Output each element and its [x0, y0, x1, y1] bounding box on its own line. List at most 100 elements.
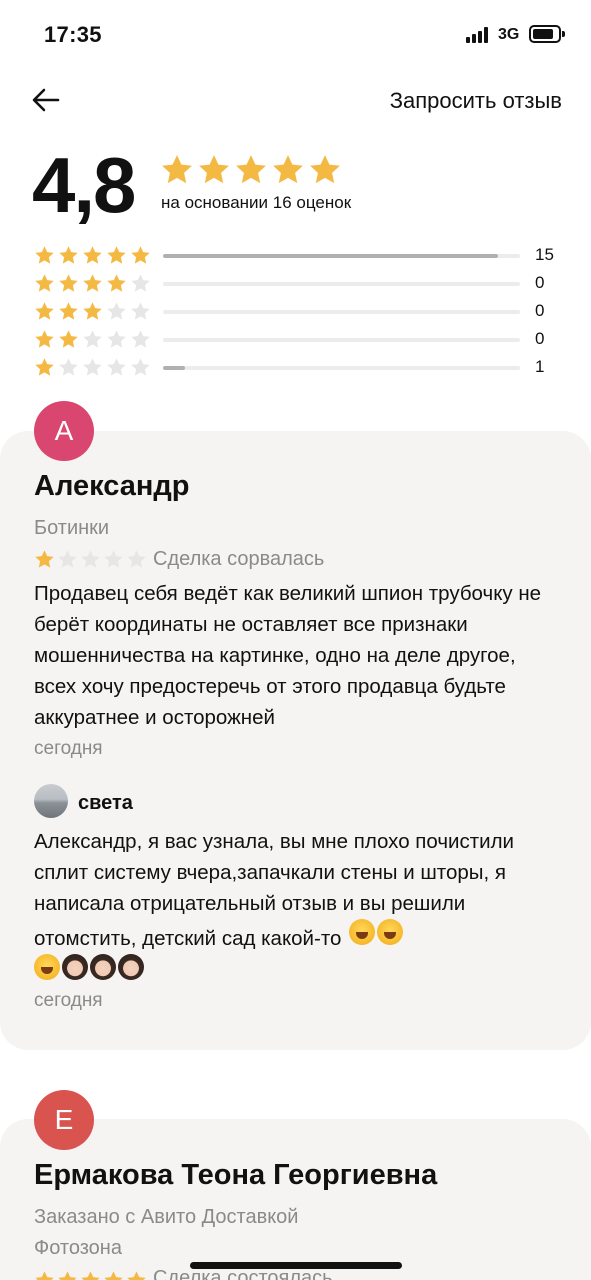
star-filled-icon: [199, 155, 229, 184]
distribution-count: 0: [535, 301, 545, 320]
distribution-count: 1: [535, 357, 545, 376]
back-button[interactable]: [30, 84, 62, 116]
star-empty-icon: [81, 550, 100, 568]
woman-facepalming-icon: [90, 954, 116, 980]
distribution-row: 0: [34, 269, 564, 297]
woman-facepalming-icon: [62, 954, 88, 980]
distribution-count: 15: [535, 245, 554, 264]
star-filled-icon: [127, 1271, 146, 1280]
distribution-bar-fill: [163, 254, 498, 258]
review-item: Ботинки: [34, 517, 110, 539]
star-filled-icon: [35, 1271, 54, 1280]
reply-avatar[interactable]: [34, 784, 68, 818]
review-rating-stars: [34, 1270, 147, 1280]
star-filled-icon: [162, 155, 192, 184]
distribution-count: 0: [535, 273, 545, 292]
star-empty-icon: [107, 301, 126, 320]
star-empty-icon: [131, 329, 150, 348]
star-filled-icon: [107, 245, 126, 264]
star-filled-icon: [59, 273, 78, 292]
star-filled-icon: [83, 273, 102, 292]
reply-text: Александр, я вас узнала, вы мне плохо по…: [34, 826, 559, 989]
star-empty-icon: [131, 301, 150, 320]
star-empty-icon: [131, 273, 150, 292]
star-filled-icon: [59, 301, 78, 320]
star-filled-icon: [83, 245, 102, 264]
distribution-row: 0: [34, 297, 564, 325]
star-empty-icon: [58, 550, 77, 568]
avatar[interactable]: Е: [34, 1090, 94, 1150]
star-filled-icon: [310, 155, 340, 184]
face-with-tears-of-joy-icon: [377, 919, 404, 945]
battery-icon: [529, 25, 565, 43]
woman-facepalming-icon: [118, 954, 144, 980]
review-item: Фотозона: [34, 1237, 122, 1259]
star-filled-icon: [35, 550, 54, 568]
distribution-stars: [34, 245, 154, 266]
star-filled-icon: [35, 329, 54, 348]
star-empty-icon: [127, 550, 146, 568]
distribution-bar-fill: [163, 366, 186, 370]
star-filled-icon: [131, 245, 150, 264]
star-filled-icon: [35, 273, 54, 292]
reply-emoji-group: [34, 954, 144, 980]
network-type: 3G: [498, 26, 520, 43]
distribution-bar: [163, 366, 520, 370]
distribution-row: 0: [34, 325, 564, 353]
star-empty-icon: [83, 329, 102, 348]
face-with-tears-of-joy-icon: [349, 919, 376, 945]
star-empty-icon: [107, 329, 126, 348]
distribution-stars: [34, 273, 154, 294]
star-filled-icon: [236, 155, 266, 184]
average-rating-stars: [160, 153, 342, 187]
average-rating: 4,8: [32, 141, 136, 229]
home-indicator: [190, 1262, 402, 1269]
deal-status: Сделка сорвалась: [153, 548, 325, 570]
star-empty-icon: [83, 357, 102, 376]
star-filled-icon: [273, 155, 303, 184]
star-filled-icon: [83, 301, 102, 320]
face-with-tears-of-joy-icon: [34, 954, 60, 980]
star-empty-icon: [131, 357, 150, 376]
reply-date: сегодня: [34, 990, 103, 1011]
star-filled-icon: [104, 1271, 123, 1280]
request-review-link[interactable]: Запросить отзыв: [390, 88, 562, 114]
status-bar: 17:35 3G: [0, 0, 591, 70]
distribution-bar: [163, 310, 520, 314]
review-author[interactable]: Александр: [34, 470, 190, 503]
star-filled-icon: [81, 1271, 100, 1280]
status-time: 17:35: [44, 22, 102, 47]
distribution-bar: [163, 338, 520, 342]
star-empty-icon: [104, 550, 123, 568]
distribution-stars: [34, 329, 154, 350]
star-empty-icon: [107, 357, 126, 376]
star-filled-icon: [58, 1271, 77, 1280]
distribution-row: 15: [34, 241, 564, 269]
star-filled-icon: [35, 301, 54, 320]
star-filled-icon: [59, 329, 78, 348]
star-empty-icon: [59, 357, 78, 376]
distribution-bar: [163, 282, 520, 286]
avatar[interactable]: А: [34, 401, 94, 461]
ratings-count: на основании 16 оценок: [161, 193, 352, 212]
star-filled-icon: [107, 273, 126, 292]
distribution-row: 1: [34, 353, 564, 381]
distribution-stars: [34, 301, 154, 322]
review-text: Продавец себя ведёт как великий шпион тр…: [34, 582, 542, 729]
distribution-stars: [34, 357, 154, 378]
star-filled-icon: [59, 245, 78, 264]
review-date: сегодня: [34, 738, 103, 759]
reply-author[interactable]: света: [78, 792, 133, 815]
rating-distribution: 15 0 0 0 1: [34, 241, 564, 381]
distribution-bar: [163, 254, 520, 258]
star-filled-icon: [35, 245, 54, 264]
review-rating-stars: [34, 549, 147, 570]
signal-icon: [466, 27, 488, 43]
star-filled-icon: [35, 357, 54, 376]
review-author[interactable]: Ермакова Теона Георгиевна: [34, 1159, 437, 1192]
arrow-left-icon: [32, 88, 60, 112]
reply-text-body: Александр, я вас узнала, вы мне плохо по…: [34, 830, 514, 950]
distribution-count: 0: [535, 329, 545, 348]
reply-emoji-group: [347, 919, 404, 945]
review-delivery-note: Заказано с Авито Доставкой: [34, 1206, 299, 1228]
